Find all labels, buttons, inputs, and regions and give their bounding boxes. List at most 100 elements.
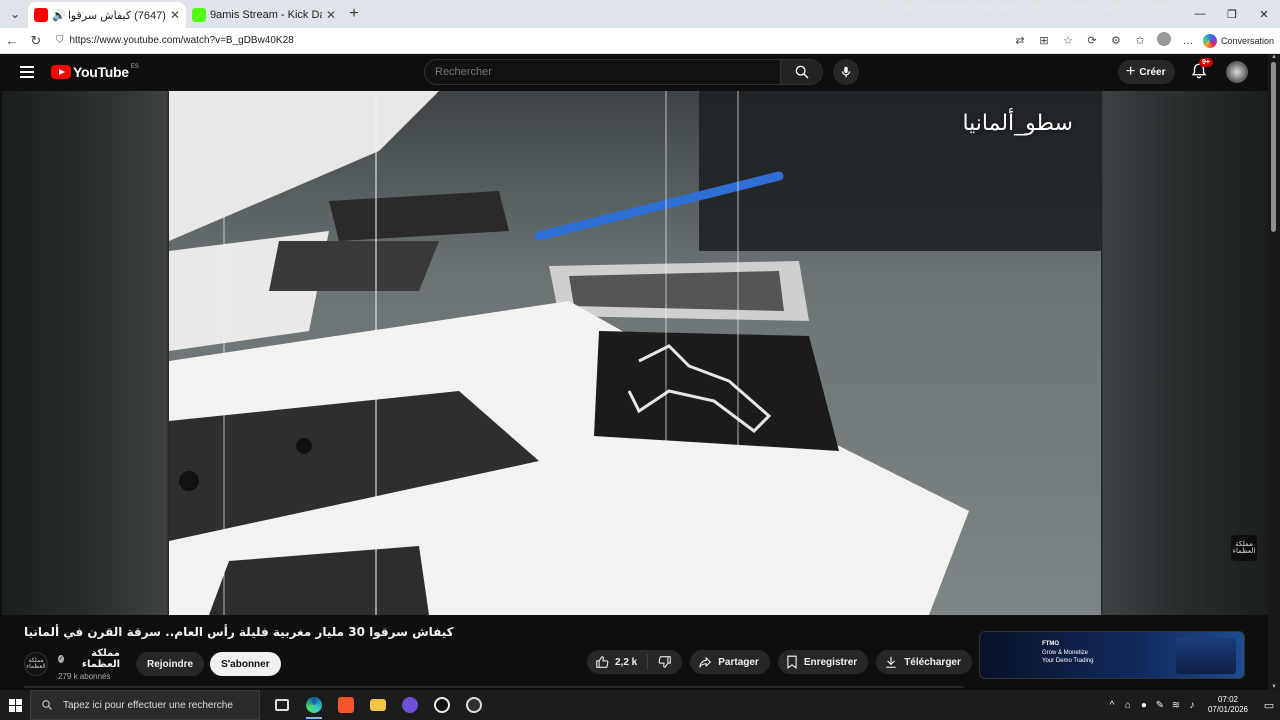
cpu-stat: Processeur 13 % — [1053, 2, 1123, 12]
subscribe-button[interactable]: S'abonner — [210, 652, 281, 676]
channel-meta: مملكة العظماء ✓ 279 k abonnés — [58, 648, 120, 681]
search-box — [424, 59, 859, 85]
back-arrow-icon[interactable]: ← — [0, 33, 24, 48]
system-clock[interactable]: 07:02 07/01/2026 — [1208, 695, 1248, 715]
minimize-icon[interactable]: — — [1184, 0, 1216, 28]
save-button[interactable]: Enregistrer — [777, 650, 869, 674]
download-button[interactable]: Télécharger — [876, 650, 972, 674]
microphone-tray-icon[interactable]: ● — [1136, 700, 1152, 711]
tab-close-icon[interactable]: ✕ — [170, 8, 180, 22]
copilot-conversation-button[interactable]: Conversation — [1202, 33, 1274, 48]
obs-icon — [466, 697, 482, 713]
taskbar-edge[interactable] — [298, 690, 330, 720]
wifi-icon[interactable]: ≋ — [1168, 700, 1184, 711]
download-icon — [886, 656, 896, 668]
tab-list-chevron-icon[interactable]: ⌄ — [2, 3, 28, 25]
youtube-play-logo-icon — [51, 65, 71, 79]
favorites-icon[interactable]: ✩ — [1131, 34, 1149, 47]
video-overlay-hashtag: سطو_ألمانيا — [962, 111, 1073, 136]
system-tray: ^ ⌂ ● ✎ ≋ ♪ 07:02 07/01/2026 ▭ — [1104, 690, 1280, 720]
taskbar-apps — [266, 690, 490, 720]
translate-icon[interactable]: ⇄ — [1011, 34, 1029, 47]
site-info-icon[interactable]: ⛉ — [56, 35, 64, 46]
notification-badge: 9+ — [1199, 58, 1213, 67]
plus-icon: + — [1126, 63, 1136, 80]
search-button[interactable] — [781, 59, 823, 85]
windows-taskbar: Tapez ici pour effectuer une recherche ^… — [0, 690, 1280, 720]
network-adapter-icon[interactable]: ⌂ — [1120, 700, 1136, 711]
share-button[interactable]: Partager — [690, 650, 770, 674]
divider — [24, 686, 964, 688]
page-scrollbar[interactable]: ▲ ▼ — [1268, 54, 1280, 690]
create-button[interactable]: + Créer — [1118, 60, 1176, 84]
voice-search-button[interactable] — [833, 59, 859, 85]
video-actions: 2,2 k Partager Enregistrer Télécharger •… — [587, 650, 1004, 674]
search-icon — [795, 65, 808, 79]
show-hidden-icons-icon[interactable]: ^ — [1104, 700, 1120, 711]
start-button[interactable] — [0, 690, 30, 720]
youtube-logo[interactable]: YouTube ES — [51, 64, 139, 80]
taskbar-search-placeholder: Tapez ici pour effectuer une recherche — [63, 699, 233, 711]
app-available-icon[interactable]: ⊞ — [1035, 34, 1053, 47]
scroll-up-icon[interactable]: ▲ — [1270, 54, 1278, 60]
folder-icon — [370, 699, 386, 711]
url-field[interactable]: ⛉ https://www.youtube.com/watch?v=B_gDBw… — [51, 29, 1011, 52]
volume-icon[interactable]: ♪ — [1184, 700, 1200, 711]
notification-center-icon[interactable]: ▭ — [1258, 699, 1280, 712]
search-icon — [42, 700, 52, 710]
taskbar-brave[interactable] — [330, 690, 362, 720]
speaker-icon[interactable]: 🔊 — [52, 9, 66, 22]
join-button[interactable]: Rejoindre — [136, 652, 205, 676]
menu-dots-icon[interactable]: … — [1179, 35, 1197, 47]
youtube-favicon-icon — [34, 8, 48, 22]
latency-stat: LAT N/A — [1136, 2, 1170, 12]
taskbar-search-box[interactable]: Tapez ici pour effectuer une recherche — [30, 690, 260, 720]
thumbs-down-icon — [658, 656, 671, 668]
subscriber-count: 279 k abonnés — [58, 671, 111, 681]
browser-tab-strip: ⌄ 🔊 (7647) كيفاش سرقوا 30 مليار د... ✕ 9… — [0, 0, 1280, 28]
taskbar-app-g[interactable] — [426, 690, 458, 720]
search-input[interactable] — [424, 59, 781, 85]
refresh-extension-icon[interactable]: ⟳ — [1083, 34, 1101, 47]
profile-avatar-icon[interactable] — [1155, 32, 1173, 49]
window-controls: — ❐ ✕ — [1184, 0, 1280, 28]
favorite-star-icon[interactable]: ☆ — [1059, 34, 1077, 47]
video-title: كيفاش سرقوا 30 مليار مغربية فليلة رأس ال… — [24, 625, 454, 639]
close-window-icon[interactable]: ✕ — [1248, 0, 1280, 28]
windows-logo-icon — [8, 698, 22, 712]
sponsored-ad-card[interactable]: FTMO Grow & Monetize Your Demo Trading — [979, 631, 1245, 679]
scrollbar-thumb[interactable] — [1271, 62, 1276, 232]
bookmark-icon — [787, 655, 797, 669]
microphone-icon — [841, 66, 851, 78]
dislike-button[interactable] — [648, 655, 682, 669]
youtube-masthead: YouTube ES + Créer 9+ — [0, 54, 1268, 90]
copilot-icon — [1202, 33, 1217, 48]
fps-stat: FPS N/A — [879, 2, 915, 12]
channel-watermark[interactable]: مملكة العظماء — [1231, 535, 1257, 561]
video-scene-image — [169, 91, 1101, 615]
tab-youtube[interactable]: 🔊 (7647) كيفاش سرقوا 30 مليار د... ✕ — [28, 2, 186, 28]
channel-avatar[interactable]: مملكة العظماء — [24, 652, 48, 676]
restore-icon[interactable]: ❐ — [1216, 0, 1248, 28]
taskbar-file-explorer[interactable] — [362, 690, 394, 720]
video-frame[interactable]: سطو_ألمانيا — [169, 91, 1101, 615]
task-view-icon — [275, 699, 289, 711]
account-avatar[interactable] — [1226, 61, 1248, 83]
gpu-stat: Processeur graphique 31 % — [928, 2, 1040, 12]
ad-copy: Grow & Monetize Your Demo Trading — [1042, 650, 1094, 664]
like-button[interactable]: 2,2 k — [587, 654, 649, 670]
ad-brand: FTMO — [1042, 641, 1059, 647]
channel-name[interactable]: مملكة العظماء ✓ — [58, 648, 120, 670]
guide-menu-icon[interactable] — [20, 66, 34, 78]
tab-close-icon[interactable]: ✕ — [326, 8, 336, 22]
extensions-icon[interactable]: ⚙ — [1107, 34, 1125, 47]
refresh-icon[interactable]: ↻ — [24, 33, 48, 49]
pen-icon[interactable]: ✎ — [1152, 700, 1168, 711]
taskbar-obs[interactable] — [458, 690, 490, 720]
taskbar-app-purple[interactable] — [394, 690, 426, 720]
new-tab-button[interactable]: + — [342, 5, 366, 23]
video-player[interactable]: سطو_ألمانيا — [2, 91, 1268, 615]
task-view-button[interactable] — [266, 690, 298, 720]
notifications-button[interactable]: 9+ — [1190, 58, 1213, 82]
tab-kick[interactable]: 9amis Stream - Kick Dashboard ✕ — [186, 2, 342, 28]
